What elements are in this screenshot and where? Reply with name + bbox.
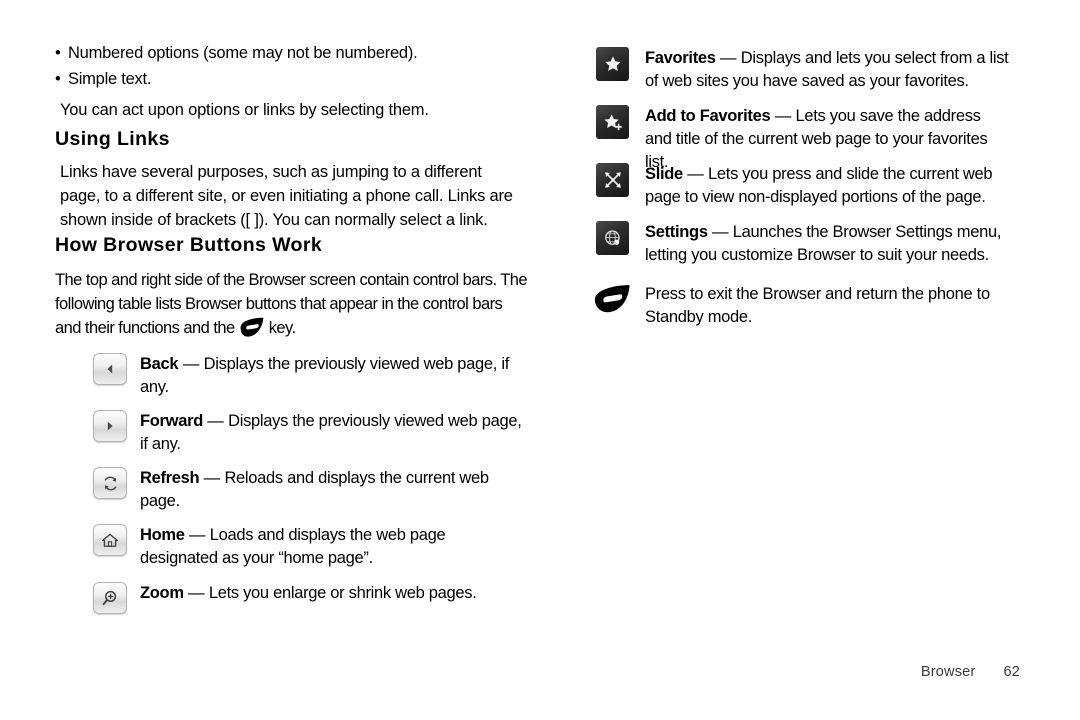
table-row-dash: — (687, 165, 704, 183)
end-key-icon (239, 317, 265, 339)
table-row-label: Add to Favorites (645, 107, 771, 125)
star-icon (596, 47, 629, 81)
table-row-label: Home (140, 526, 185, 544)
table-row-description: Lets you enlarge or shrink web pages. (208, 584, 477, 602)
table-row: Slide — Lets you press and slide the cur… (580, 163, 1010, 209)
table-row: Home — Loads and displays the web page d… (80, 524, 525, 570)
table-row-text: Back — Displays the previously viewed we… (140, 353, 525, 399)
settings-button[interactable] (580, 221, 645, 255)
manual-page: • Numbered options (some may not be numbe… (0, 0, 1080, 720)
list-item-label: Simple text. (68, 70, 152, 88)
control-bars-paragraph-text-end: key. (268, 319, 296, 337)
table-row: Back — Displays the previously viewed we… (80, 353, 525, 399)
zoom-button[interactable] (80, 582, 140, 614)
table-row-dash: — (188, 526, 206, 544)
using-links-paragraph: Links have several purposes, such as jum… (60, 163, 513, 229)
section-heading-how-browser-buttons-work: How Browser Buttons Work (55, 234, 323, 256)
table-row-label: Slide (645, 165, 683, 183)
table-row-description: Press to exit the Browser and return the… (645, 285, 990, 326)
table-row: Favorites — Displays and lets you select… (580, 47, 1010, 93)
back-button[interactable] (80, 353, 140, 385)
table-row: Press to exit the Browser and return the… (580, 280, 1010, 329)
table-row-text: Press to exit the Browser and return the… (645, 280, 1010, 329)
table-row-dash: — (774, 107, 792, 125)
table-row-text: Forward — Displays the previously viewed… (140, 410, 525, 456)
table-row-text: Favorites — Displays and lets you select… (645, 47, 1010, 93)
zoom-in-icon (93, 582, 127, 614)
footer-chapter: Browser (920, 664, 976, 680)
table-row-dash: — (188, 584, 205, 602)
table-row-dash: — (719, 49, 737, 67)
back-arrow-icon (93, 353, 127, 385)
slide-button[interactable] (580, 163, 645, 197)
table-row: Refresh — Reloads and displays the curre… (80, 467, 525, 513)
table-row-text: Refresh — Reloads and displays the curre… (140, 467, 525, 513)
section-heading-using-links: Using Links (55, 128, 170, 150)
table-row-text: Zoom — Lets you enlarge or shrink web pa… (140, 582, 525, 605)
table-row-label: Forward (140, 412, 203, 430)
table-row-dash: — (203, 469, 221, 487)
bullet-dot: • (55, 44, 61, 62)
table-row-text: Slide — Lets you press and slide the cur… (645, 163, 1010, 209)
footer: Browser 62 (921, 664, 1020, 680)
refresh-icon (93, 467, 127, 499)
table-row-label: Favorites (645, 49, 716, 67)
star-plus-icon (596, 105, 629, 139)
forward-arrow-icon (93, 410, 127, 442)
control-bars-paragraph: The top and right side of the Browser sc… (55, 268, 530, 340)
bullet-dot: • (55, 70, 61, 88)
table-row-label: Refresh (140, 469, 200, 487)
table-row-description: Loads and displays the web page designat… (140, 526, 446, 567)
intro-paragraph: You can act upon options or links by sel… (60, 101, 429, 119)
refresh-button[interactable] (80, 467, 140, 499)
list-item-label: Numbered options (some may not be number… (68, 44, 418, 62)
table-row-label: Settings (645, 223, 708, 241)
table-row: Zoom — Lets you enlarge or shrink web pa… (80, 582, 525, 614)
home-icon (93, 524, 127, 556)
bullet-list: • Numbered options (some may not be numbe… (55, 40, 525, 92)
table-row-label: Zoom (140, 584, 184, 602)
end-key-icon (593, 284, 633, 314)
end-key-button[interactable] (580, 280, 645, 314)
table-row-dash: — (182, 355, 200, 373)
list-item: • Numbered options (some may not be numbe… (55, 40, 525, 66)
add-to-favorites-button[interactable] (580, 105, 645, 139)
table-row-text: Settings — Launches the Browser Settings… (645, 221, 1010, 267)
favorites-button[interactable] (580, 47, 645, 81)
table-row-dash: — (712, 223, 729, 241)
table-row-label: Back (140, 355, 179, 373)
table-row-text: Home — Loads and displays the web page d… (140, 524, 525, 570)
table-row: Forward — Displays the previously viewed… (80, 410, 525, 456)
globe-settings-icon (596, 221, 629, 255)
four-way-arrow-icon (596, 163, 629, 197)
table-row: Settings — Launches the Browser Settings… (580, 221, 1010, 267)
home-button[interactable] (80, 524, 140, 556)
table-row-dash: — (207, 412, 224, 430)
footer-page-number: 62 (1003, 664, 1020, 680)
forward-button[interactable] (80, 410, 140, 442)
list-item: • Simple text. (55, 66, 525, 92)
